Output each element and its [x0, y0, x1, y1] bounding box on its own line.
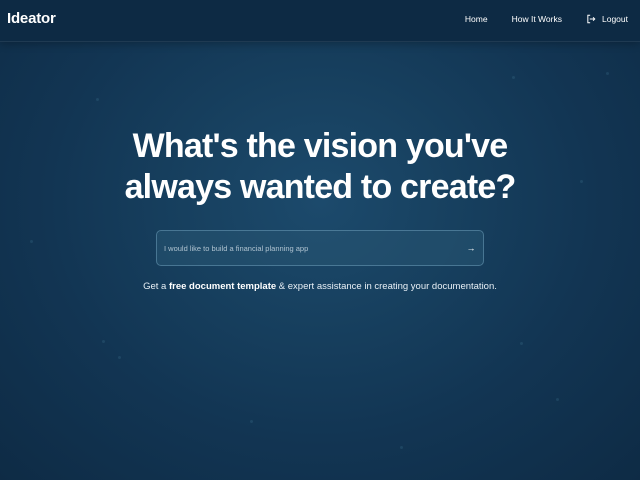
idea-input[interactable] — [157, 231, 459, 265]
nav-link-home[interactable]: Home — [465, 14, 488, 24]
top-navbar: Ideator Home How It Works Logout — [0, 0, 640, 42]
idea-prompt-box: → — [156, 230, 484, 266]
subtext-prefix: Get a — [143, 281, 169, 292]
logout-label: Logout — [602, 14, 628, 24]
nav-links: Home How It Works Logout — [441, 0, 628, 38]
logout-button[interactable]: Logout — [586, 14, 628, 24]
arrow-right-icon: → — [466, 243, 476, 253]
hero-subtext: Get a free document template & expert as… — [0, 281, 640, 292]
hero-title: What's the vision you've always wanted t… — [124, 127, 517, 206]
submit-button[interactable]: → — [459, 231, 483, 265]
subtext-suffix: & expert assistance in creating your doc… — [276, 281, 497, 292]
hero-section: What's the vision you've always wanted t… — [0, 126, 640, 208]
nav-link-how-it-works[interactable]: How It Works — [512, 14, 562, 24]
subtext-emphasis: free document template — [168, 281, 277, 292]
logout-icon — [587, 14, 596, 24]
brand-logo[interactable]: Ideator — [7, 10, 56, 27]
